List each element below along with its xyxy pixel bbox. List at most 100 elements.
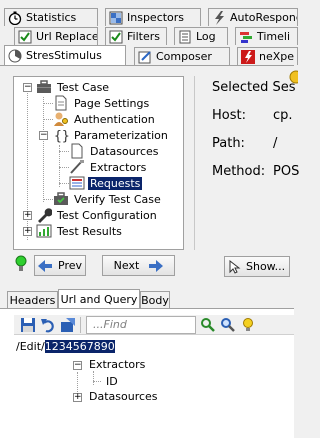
expand-test-configuration[interactable]: +: [23, 211, 32, 220]
tree-item-test-results[interactable]: Test Results: [36, 223, 124, 239]
left-arrow-icon: [38, 259, 52, 272]
tab-body-label: Body: [141, 293, 169, 307]
composer-icon: [138, 50, 152, 64]
tab-row-1: Statistics Inspectors AutoRespond: [0, 7, 298, 26]
tab-autorespond[interactable]: AutoRespond: [208, 8, 298, 26]
expand-datasources[interactable]: +: [73, 393, 82, 402]
nexpert-icon: [241, 49, 255, 64]
collapse-extractors[interactable]: −: [73, 361, 82, 370]
tree-item-datasources[interactable]: Datasources: [69, 143, 161, 159]
wrench-icon: [36, 207, 52, 223]
host-label: Host:: [212, 108, 246, 123]
tab-autorespond-label: AutoRespond: [230, 11, 298, 24]
tab-nexpert[interactable]: neXpe: [237, 47, 298, 65]
tree-item-label: Datasources: [90, 144, 159, 158]
prev-label: Prev: [58, 259, 82, 272]
timeline-icon: [239, 30, 253, 44]
tab-url-replace[interactable]: Url Replace: [14, 27, 98, 45]
url-editor-panel: ...Find /Edit/1234567890 − Extractors ID…: [0, 308, 294, 438]
tree-item-requests[interactable]: Requests: [69, 175, 143, 191]
url-line[interactable]: /Edit/1234567890: [16, 340, 115, 353]
tab-stresstimulus-label: StresStimulus: [26, 49, 102, 62]
path-value: /: [273, 136, 278, 151]
tab-url-and-query[interactable]: Url and Query: [58, 289, 140, 309]
tree-item-label: Verify Test Case: [74, 192, 161, 206]
url-selected-segment[interactable]: 1234567890: [44, 340, 115, 353]
next-button[interactable]: Next: [102, 255, 175, 276]
tab-statistics[interactable]: Statistics: [4, 8, 98, 26]
user-key-icon: [53, 111, 69, 127]
show-button[interactable]: Show...: [224, 256, 290, 277]
prev-button[interactable]: Prev: [34, 255, 86, 276]
collapse-parameterization[interactable]: −: [39, 131, 48, 140]
checkbox-icon: [109, 30, 123, 44]
tree-item-label: Test Configuration: [57, 208, 157, 222]
tab-filters[interactable]: Filters: [105, 27, 167, 45]
tree-item-label: Parameterization: [74, 128, 168, 142]
splitter[interactable]: [194, 76, 195, 250]
tab-row-3: StresStimulus Composer neXpe: [0, 45, 298, 66]
expand-test-results[interactable]: +: [23, 227, 32, 236]
tab-composer[interactable]: Composer: [134, 47, 230, 65]
tab-inspectors[interactable]: Inspectors: [105, 8, 201, 26]
tree-item-verify-test-case[interactable]: Verify Test Case: [53, 191, 163, 207]
requests-icon: [69, 175, 85, 191]
find-next-icon[interactable]: [200, 317, 216, 333]
method-label: Method:: [212, 164, 266, 179]
url-tree-extractors[interactable]: Extractors: [89, 358, 145, 371]
tree-item-label: Test Results: [57, 224, 122, 238]
tab-body[interactable]: Body: [140, 291, 170, 308]
tab-nexpert-label: neXpe: [259, 50, 295, 63]
tab-stresstimulus[interactable]: StresStimulus: [4, 45, 126, 65]
tree-item-test-configuration[interactable]: Test Configuration: [36, 207, 159, 223]
bulb-icon[interactable]: [242, 317, 254, 333]
tree-item-label: Page Settings: [74, 96, 150, 110]
tree-item-extractors[interactable]: Extractors: [69, 159, 148, 175]
tree-item-page-settings[interactable]: Page Settings: [53, 95, 151, 111]
tree-item-label: Authentication: [74, 112, 155, 126]
find-input[interactable]: ...Find: [86, 316, 196, 334]
tab-log[interactable]: Log: [174, 27, 228, 45]
lightning-icon: [212, 10, 226, 25]
extractor-icon: [69, 159, 85, 175]
tab-timeline[interactable]: Timeli: [235, 27, 298, 45]
tree-item-authentication[interactable]: Authentication: [53, 111, 157, 127]
tab-composer-label: Composer: [156, 50, 212, 63]
briefcase-check-icon: [53, 191, 69, 207]
search-icon[interactable]: [220, 317, 236, 333]
next-label: Next: [113, 259, 140, 272]
inspector-icon: [109, 11, 123, 25]
tree-item-label: Extractors: [90, 160, 147, 174]
tab-row-2: Url Replace Filters Log Timeli: [0, 26, 298, 46]
tree-item-label: Requests: [88, 176, 143, 190]
tab-headers-label: Headers: [9, 293, 56, 307]
right-arrow-icon: [149, 259, 164, 272]
stopwatch-icon: [8, 11, 22, 25]
tree-item-test-case[interactable]: Test Case: [36, 79, 111, 95]
status-light-icon: [14, 255, 28, 273]
tree-item-parameterization[interactable]: {} Parameterization: [53, 127, 170, 144]
show-label: Show...: [246, 260, 286, 273]
host-value: cp.: [273, 108, 293, 123]
briefcase-icon: [36, 79, 52, 95]
tab-headers[interactable]: Headers: [7, 291, 58, 308]
collapse-test-case[interactable]: −: [23, 83, 32, 92]
tab-log-label: Log: [196, 30, 216, 43]
tree-item-label: Test Case: [57, 80, 110, 94]
stresstimulus-icon: [8, 49, 22, 63]
url-tree-datasources[interactable]: Datasources: [89, 390, 158, 403]
import-icon[interactable]: [60, 317, 76, 333]
url-tree-id[interactable]: ID: [106, 375, 118, 388]
toolbar: ...Find: [14, 315, 294, 335]
url-prefix: /Edit/: [16, 340, 45, 353]
results-icon: [36, 223, 52, 239]
save-icon[interactable]: [20, 317, 36, 333]
svg-text:{}: {}: [54, 129, 69, 143]
cursor-icon: [229, 259, 241, 274]
tab-filters-label: Filters: [127, 30, 160, 43]
undo-icon[interactable]: [40, 317, 56, 333]
info-icon: [288, 70, 298, 84]
braces-icon: {}: [53, 127, 69, 143]
tab-url-and-query-label: Url and Query: [60, 293, 138, 306]
test-case-tree[interactable]: − Test Case Page Settings Authentication…: [13, 76, 184, 250]
